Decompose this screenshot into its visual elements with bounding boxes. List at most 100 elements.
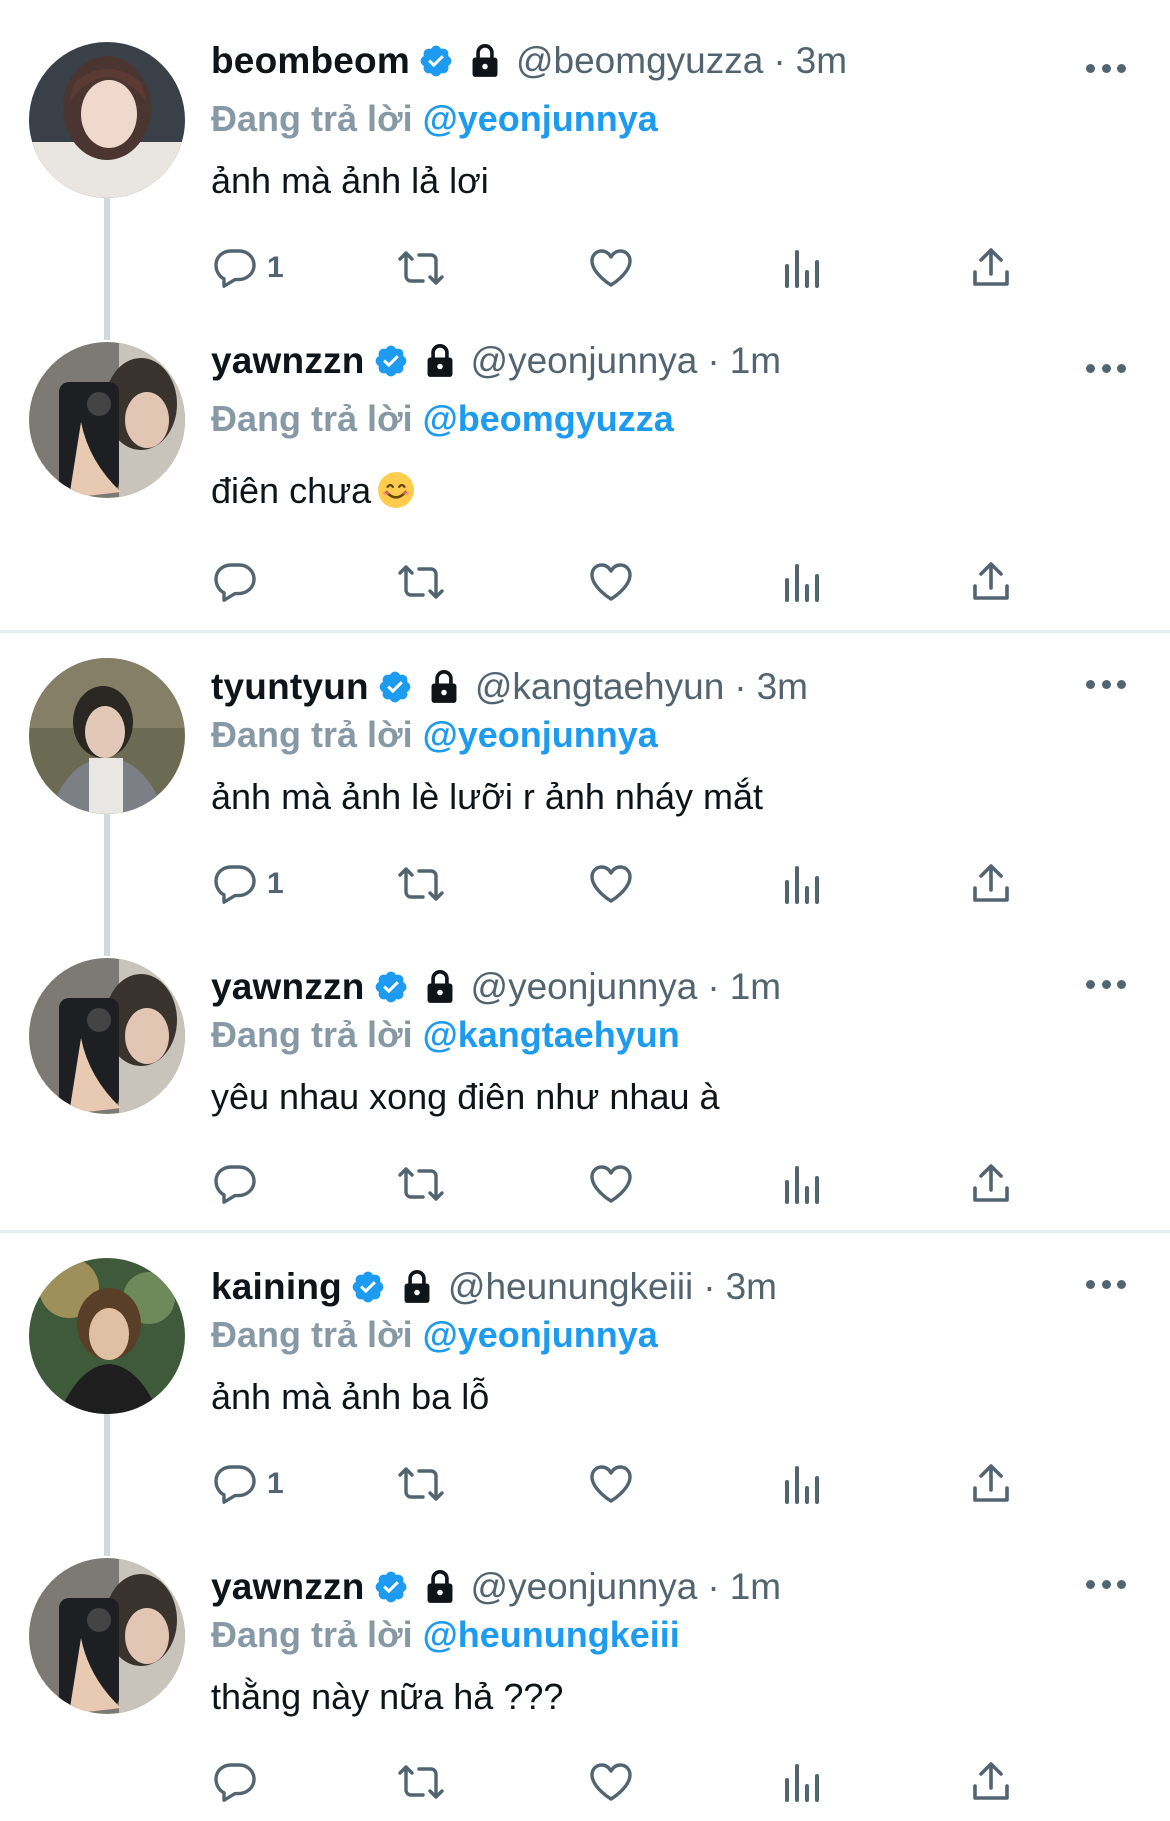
reply-button[interactable] bbox=[211, 1756, 267, 1808]
mention-link[interactable]: @yeonjunnya bbox=[423, 714, 658, 755]
views-button[interactable] bbox=[777, 556, 825, 608]
mention-link[interactable]: @yeonjunnya bbox=[423, 1314, 658, 1355]
reply-count: 1 bbox=[267, 1467, 284, 1500]
more-options-icon[interactable] bbox=[1086, 64, 1126, 76]
more-options-icon[interactable] bbox=[1086, 980, 1126, 992]
mention-link[interactable]: @beomgyuzza bbox=[423, 398, 674, 439]
thread-divider bbox=[0, 1230, 1170, 1233]
user-handle[interactable]: @yeonjunnya bbox=[471, 966, 698, 1008]
user-handle[interactable]: @kangtaehyun bbox=[475, 666, 724, 708]
display-name[interactable]: beombeom bbox=[211, 40, 410, 82]
user-handle[interactable]: @heunungkeiii bbox=[448, 1266, 693, 1308]
views-button[interactable] bbox=[777, 1458, 825, 1510]
share-button[interactable] bbox=[967, 1756, 1015, 1808]
share-icon bbox=[973, 1762, 1009, 1800]
share-button[interactable] bbox=[967, 556, 1015, 608]
views-button[interactable] bbox=[777, 1158, 825, 1210]
verified-badge-icon bbox=[375, 971, 406, 1003]
action-bar: 1 bbox=[211, 242, 1071, 294]
share-icon bbox=[973, 248, 1009, 286]
replying-to-label: Đang trả lời bbox=[211, 1014, 413, 1055]
analytics-icon bbox=[785, 1466, 819, 1504]
display-name[interactable]: tyuntyun bbox=[211, 666, 369, 708]
user-handle[interactable]: @yeonjunnya bbox=[471, 1566, 698, 1608]
avatar[interactable] bbox=[29, 658, 185, 814]
avatar[interactable] bbox=[29, 958, 185, 1114]
reply-button[interactable] bbox=[211, 556, 267, 608]
share-button[interactable] bbox=[967, 242, 1015, 294]
analytics-icon bbox=[785, 250, 819, 288]
like-button[interactable] bbox=[587, 1458, 635, 1510]
retweet-icon bbox=[398, 251, 444, 285]
replying-to: Đang trả lời @yeonjunnya bbox=[211, 714, 658, 756]
timestamp[interactable]: 1m bbox=[730, 1566, 781, 1608]
like-button[interactable] bbox=[587, 242, 635, 294]
display-name[interactable]: yawnzzn bbox=[211, 966, 365, 1008]
lock-icon bbox=[427, 1569, 453, 1603]
replying-to-label: Đang trả lời bbox=[211, 714, 413, 755]
retweet-button[interactable] bbox=[397, 1756, 445, 1808]
user-handle[interactable]: @yeonjunnya bbox=[471, 340, 698, 382]
heart-icon bbox=[590, 249, 632, 287]
retweet-button[interactable] bbox=[397, 1158, 445, 1210]
replying-to-label: Đang trả lời bbox=[211, 398, 413, 439]
retweet-button[interactable] bbox=[397, 858, 445, 910]
share-button[interactable] bbox=[967, 858, 1015, 910]
views-button[interactable] bbox=[777, 242, 825, 294]
timestamp[interactable]: 3m bbox=[726, 1266, 777, 1308]
like-button[interactable] bbox=[587, 858, 635, 910]
analytics-icon bbox=[785, 866, 819, 904]
timestamp[interactable]: 1m bbox=[730, 966, 781, 1008]
like-button[interactable] bbox=[587, 1756, 635, 1808]
avatar[interactable] bbox=[29, 42, 185, 198]
like-button[interactable] bbox=[587, 556, 635, 608]
display-name[interactable]: kaining bbox=[211, 1266, 342, 1308]
reply-button[interactable]: 1 bbox=[211, 1458, 284, 1510]
replying-to: Đang trả lời @yeonjunnya bbox=[211, 98, 658, 140]
tweet-text: thằng này nữa hả ??? bbox=[211, 1676, 564, 1717]
mention-link[interactable]: @kangtaehyun bbox=[423, 1014, 680, 1055]
thread-connector bbox=[104, 806, 110, 956]
replying-to-label: Đang trả lời bbox=[211, 1314, 413, 1355]
display-name[interactable]: yawnzzn bbox=[211, 340, 365, 382]
user-handle[interactable]: @beomgyuzza bbox=[516, 40, 763, 82]
more-options-icon[interactable] bbox=[1086, 1280, 1126, 1292]
heart-icon bbox=[590, 563, 632, 601]
share-icon bbox=[973, 1464, 1009, 1502]
tweet-text: ảnh mà ảnh lả lơi bbox=[211, 160, 489, 201]
timestamp[interactable]: 3m bbox=[796, 40, 847, 82]
share-button[interactable] bbox=[967, 1458, 1015, 1510]
more-options-icon[interactable] bbox=[1086, 680, 1126, 692]
avatar[interactable] bbox=[29, 1558, 185, 1714]
separator-dot: · bbox=[703, 1266, 716, 1307]
more-options-icon[interactable] bbox=[1086, 1580, 1126, 1592]
verified-badge-icon bbox=[379, 671, 411, 703]
reply-count: 1 bbox=[267, 867, 284, 900]
retweet-button[interactable] bbox=[397, 556, 445, 608]
more-options-icon[interactable] bbox=[1086, 364, 1126, 376]
tweet-text: ảnh mà ảnh ba lỗ bbox=[211, 1376, 490, 1417]
views-button[interactable] bbox=[777, 1756, 825, 1808]
action-bar: 1 bbox=[211, 1458, 1071, 1510]
reply-icon bbox=[214, 1465, 256, 1504]
retweet-button[interactable] bbox=[397, 242, 445, 294]
display-name[interactable]: yawnzzn bbox=[211, 1566, 365, 1608]
reply-button[interactable]: 1 bbox=[211, 242, 284, 294]
reply-icon bbox=[214, 865, 256, 904]
like-button[interactable] bbox=[587, 1158, 635, 1210]
avatar[interactable] bbox=[29, 342, 185, 498]
share-button[interactable] bbox=[967, 1158, 1015, 1210]
separator-dot: · bbox=[707, 1566, 720, 1607]
replying-to: Đang trả lời @heunungkeiii bbox=[211, 1614, 680, 1656]
mention-link[interactable]: @heunungkeiii bbox=[423, 1614, 680, 1655]
mention-link[interactable]: @yeonjunnya bbox=[423, 98, 658, 139]
avatar[interactable] bbox=[29, 1258, 185, 1414]
reply-button[interactable]: 1 bbox=[211, 858, 284, 910]
retweet-button[interactable] bbox=[397, 1458, 445, 1510]
timestamp[interactable]: 3m bbox=[757, 666, 808, 708]
views-button[interactable] bbox=[777, 858, 825, 910]
reply-button[interactable] bbox=[211, 1158, 267, 1210]
timestamp[interactable]: 1m bbox=[730, 340, 781, 382]
replying-to-label: Đang trả lời bbox=[211, 1614, 413, 1655]
action-bar bbox=[211, 1158, 1071, 1210]
